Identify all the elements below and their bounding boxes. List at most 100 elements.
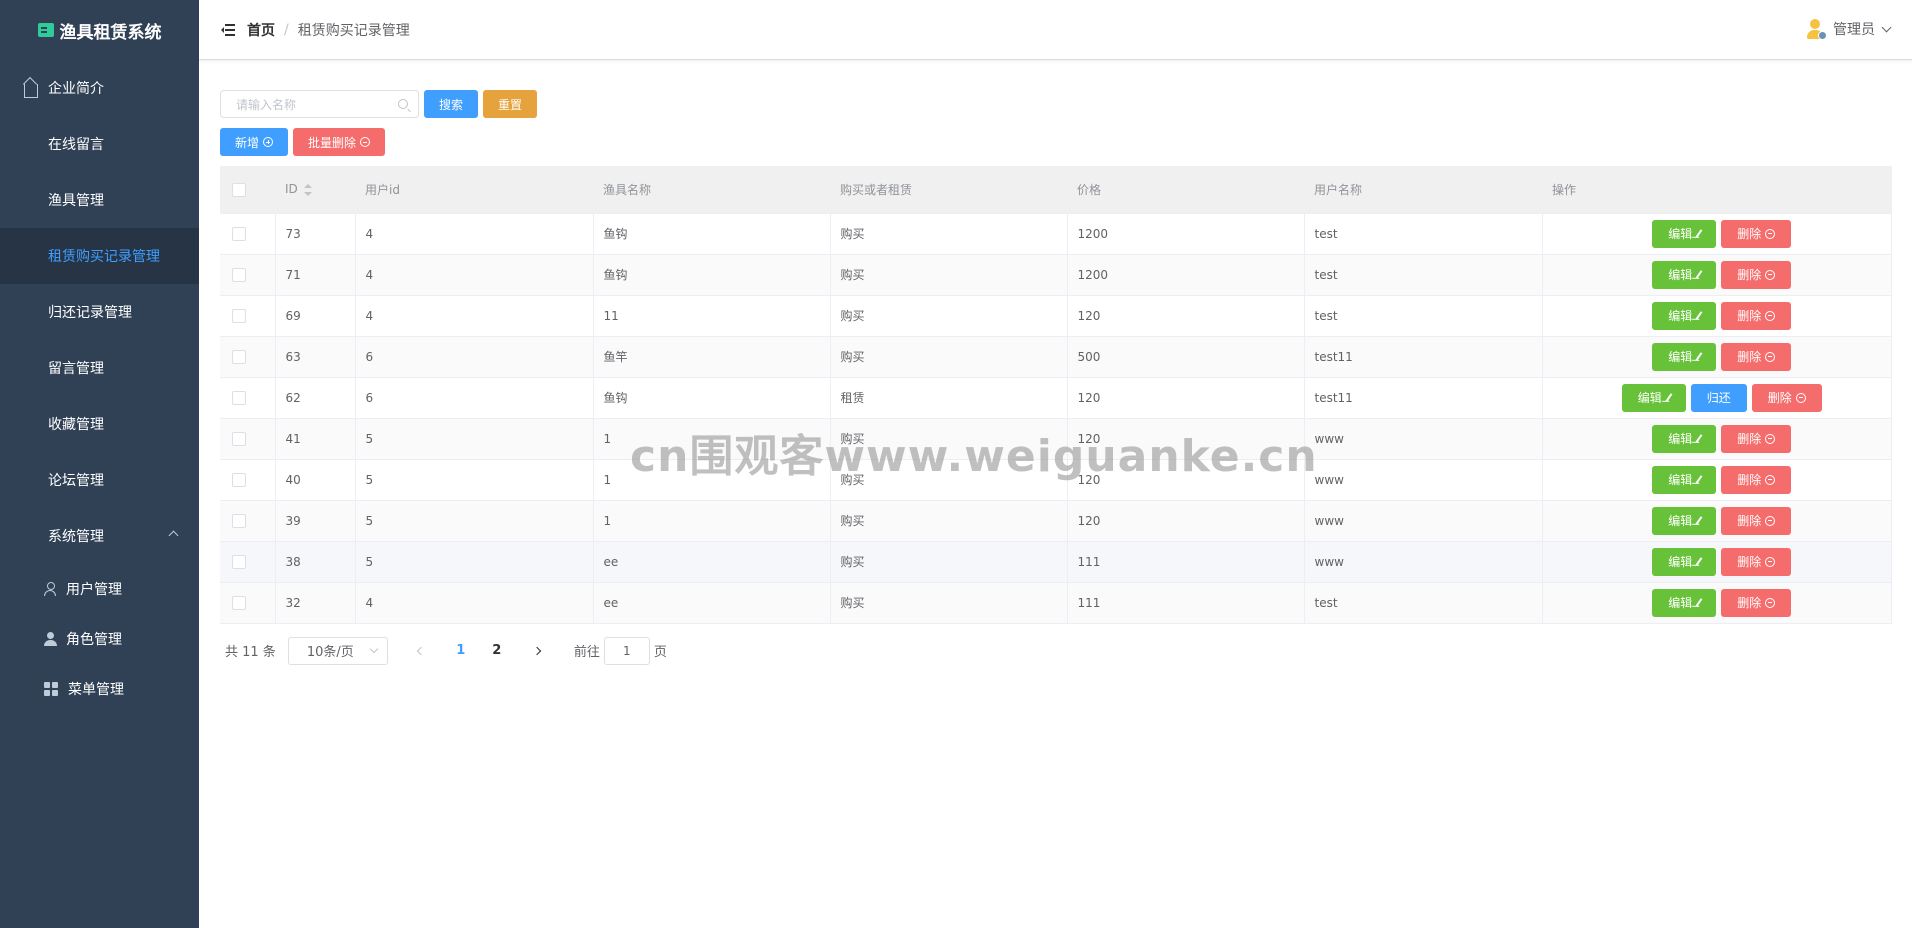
edit-button[interactable]: 编辑 (1652, 301, 1717, 330)
user-dropdown[interactable]: 管理员 (1805, 18, 1892, 40)
grid-icon (24, 249, 38, 263)
edit-button[interactable]: 编辑 (1652, 219, 1717, 248)
circle-minus-icon (1765, 433, 1776, 444)
table-row: 39 5 1 购买 120 www 编辑 删除 (220, 500, 1892, 542)
row-checkbox[interactable] (232, 431, 246, 446)
cell-actions: 编辑 删除 (1542, 418, 1892, 460)
edit-button[interactable]: 编辑 (1652, 506, 1717, 535)
edit-button-label: 编辑 (1668, 309, 1693, 323)
sidebar-item-forum[interactable]: 论坛管理 (0, 452, 199, 508)
cell-id: 73 (275, 213, 356, 255)
cell-price: 500 (1067, 336, 1305, 378)
cell-type: 购买 (830, 295, 1068, 337)
col-username: 用户名称 (1304, 166, 1542, 214)
page-2[interactable]: 2 (490, 643, 504, 658)
sidebar-item-return-records[interactable]: 归还记录管理 (0, 284, 199, 340)
row-checkbox[interactable] (232, 595, 246, 610)
return-button[interactable]: 归还 (1690, 383, 1747, 412)
table-row: 40 5 1 购买 120 www 编辑 删除 (220, 459, 1892, 501)
delete-button[interactable]: 删除 (1721, 219, 1792, 248)
row-checkbox[interactable] (232, 554, 246, 569)
cell-gear-name: ee (593, 541, 831, 583)
row-checkbox[interactable] (232, 349, 246, 364)
delete-button[interactable]: 删除 (1721, 342, 1792, 371)
sidebar-item-system[interactable]: 系统管理 (0, 508, 199, 564)
delete-button[interactable]: 删除 (1721, 547, 1792, 576)
cell-id: 32 (275, 582, 356, 624)
sidebar-item-label: 系统管理 (48, 529, 104, 545)
grid-icon (24, 305, 38, 319)
sidebar-subitem-roles[interactable]: 角色管理 (0, 614, 199, 664)
cell-price: 120 (1067, 377, 1305, 419)
cell-username: test11 (1304, 377, 1543, 419)
grid-icon (24, 193, 38, 207)
cell-type: 租赁 (830, 377, 1068, 419)
circle-minus-icon (1765, 515, 1776, 526)
add-button[interactable]: 新增 (220, 128, 289, 156)
col-id[interactable]: ID (275, 166, 355, 214)
row-checkbox[interactable] (232, 472, 246, 487)
cell-actions: 编辑 删除 (1542, 500, 1892, 542)
sidebar-subitem-users[interactable]: 用户管理 (0, 564, 199, 614)
delete-button[interactable]: 删除 (1721, 588, 1792, 617)
breadcrumb-current: 租赁购买记录管理 (297, 22, 410, 39)
sidebar-subitem-menus[interactable]: 菜单管理 (0, 664, 199, 714)
goto-page-input[interactable]: 1 (603, 636, 650, 665)
edit-button[interactable]: 编辑 (1652, 424, 1717, 453)
cell-actions: 编辑 删除 (1542, 541, 1892, 583)
search-button[interactable]: 搜索 (424, 90, 479, 118)
row-checkbox[interactable] (232, 226, 246, 241)
cell-type: 购买 (830, 418, 1068, 460)
reset-button[interactable]: 重置 (483, 90, 538, 118)
circle-minus-icon (1765, 228, 1776, 239)
goto-label: 前往 (573, 645, 600, 660)
edit-button[interactable]: 编辑 (1652, 342, 1717, 371)
page-size-select[interactable]: 10条/页 (287, 636, 388, 665)
delete-button[interactable]: 删除 (1751, 383, 1822, 412)
row-checkbox[interactable] (232, 308, 246, 323)
next-page-icon[interactable] (532, 646, 542, 655)
sidebar-item-label: 归还记录管理 (48, 305, 132, 321)
edit-icon (1695, 516, 1703, 525)
sidebar-item-label: 渔具管理 (48, 193, 104, 209)
cell-gear-name: 鱼竿 (593, 336, 831, 378)
grid-icon (24, 417, 38, 431)
search-input[interactable]: 请输入名称 (220, 90, 419, 118)
batch-delete-button[interactable]: 批量删除 (293, 128, 386, 156)
sidebar-item-company-intro[interactable]: 企业简介 (0, 60, 199, 116)
row-select-cell (220, 459, 276, 501)
edit-button[interactable]: 编辑 (1652, 588, 1717, 617)
row-select-cell (220, 377, 276, 419)
sidebar-item-label: 论坛管理 (48, 473, 104, 489)
col-actions: 操作 (1542, 166, 1892, 214)
sidebar-item-rental-records[interactable]: 租赁购买记录管理 (0, 228, 199, 284)
menu-fold-icon[interactable] (221, 23, 235, 36)
sidebar-item-gear-management[interactable]: 渔具管理 (0, 172, 199, 228)
cell-gear-name: 11 (593, 295, 831, 337)
select-all-checkbox[interactable] (232, 182, 246, 197)
delete-button[interactable]: 删除 (1721, 301, 1792, 330)
delete-button[interactable]: 删除 (1721, 465, 1792, 494)
sidebar-item-favorites[interactable]: 收藏管理 (0, 396, 199, 452)
row-checkbox[interactable] (232, 267, 246, 282)
cell-username: test11 (1304, 336, 1543, 378)
edit-button[interactable]: 编辑 (1652, 465, 1717, 494)
row-checkbox[interactable] (232, 513, 246, 528)
breadcrumb-home[interactable]: 首页 (247, 20, 275, 40)
grid-icon (24, 361, 38, 375)
cell-user-id: 4 (355, 213, 594, 255)
delete-button[interactable]: 删除 (1721, 424, 1792, 453)
edit-button[interactable]: 编辑 (1652, 260, 1717, 289)
edit-button[interactable]: 编辑 (1621, 383, 1686, 412)
row-checkbox[interactable] (232, 390, 246, 405)
sort-icon[interactable] (303, 183, 312, 196)
page-1[interactable]: 1 (454, 643, 468, 658)
sidebar-item-message-management[interactable]: 留言管理 (0, 340, 199, 396)
sidebar-item-online-message[interactable]: 在线留言 (0, 116, 199, 172)
cell-price: 111 (1067, 582, 1305, 624)
edit-button[interactable]: 编辑 (1652, 547, 1717, 576)
delete-button[interactable]: 删除 (1721, 260, 1792, 289)
prev-page-icon[interactable] (416, 646, 426, 655)
cell-gear-name: 1 (593, 500, 831, 542)
delete-button[interactable]: 删除 (1721, 506, 1792, 535)
